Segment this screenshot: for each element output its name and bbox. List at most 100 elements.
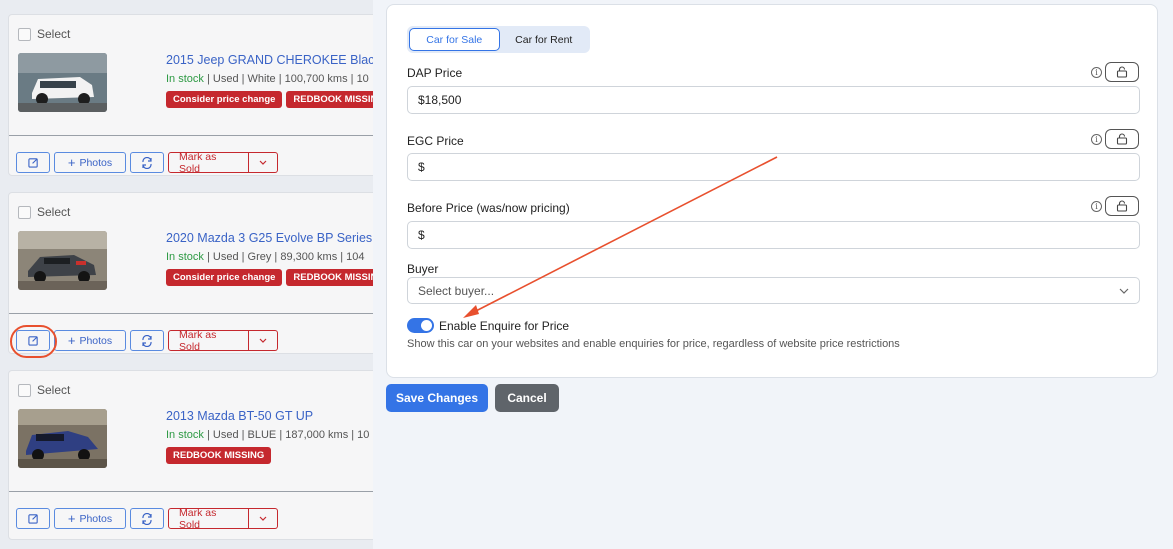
lock-button[interactable]	[1105, 129, 1139, 149]
select-label: Select	[37, 27, 71, 41]
chevron-down-icon	[259, 338, 267, 343]
buyer-select[interactable]: Select buyer...	[407, 277, 1140, 304]
card-divider	[9, 491, 373, 492]
photos-label: Photos	[79, 512, 113, 525]
chevron-down-icon	[259, 160, 267, 165]
plus-icon: +	[67, 155, 76, 170]
enquire-for-price-toggle[interactable]	[407, 318, 434, 333]
sold-dropdown-toggle[interactable]	[249, 330, 278, 351]
badge-group: Consider price change REDBOOK MISSING	[166, 269, 373, 286]
annotation-highlight-ring	[10, 325, 57, 358]
before-price-label: Before Price (was/now pricing)	[407, 201, 570, 215]
select-row[interactable]: Select	[18, 27, 70, 41]
card-toolbar: + Photos Mark as Sold	[16, 507, 278, 531]
mark-as-sold-button[interactable]: Mark as Sold	[168, 507, 249, 531]
before-price-input[interactable]: $	[407, 221, 1140, 249]
card-toolbar: + Photos Mark as Sold	[16, 151, 278, 175]
edit-icon	[27, 514, 38, 524]
sync-icon	[142, 334, 152, 347]
edit-button[interactable]	[16, 508, 50, 529]
dap-price-input[interactable]: $18,500	[407, 86, 1140, 114]
vehicle-details: | Used | White | 100,700 kms | 10	[203, 73, 369, 85]
cancel-button[interactable]: Cancel	[495, 384, 559, 412]
mark-sold-group: Mark as Sold	[168, 507, 278, 531]
buyer-label: Buyer	[407, 262, 439, 276]
refresh-button[interactable]	[130, 152, 164, 173]
vehicle-meta: In stock | Used | White | 100,700 kms | …	[166, 73, 369, 85]
lock-icon	[1116, 66, 1128, 78]
edit-button[interactable]	[16, 152, 50, 173]
status-badge: REDBOOK MISSING	[166, 447, 272, 464]
lock-button[interactable]	[1105, 62, 1139, 82]
vehicle-meta: In stock | Used | BLUE | 187,000 kms | 1…	[166, 429, 369, 441]
info-icon[interactable]: i	[1091, 201, 1102, 212]
toggle-knob	[421, 320, 432, 331]
mark-sold-group: Mark as Sold	[168, 151, 278, 175]
car-photo-icon	[18, 53, 107, 112]
status-badge: Consider price change	[166, 269, 283, 286]
mark-as-sold-button[interactable]: Mark as Sold	[168, 329, 249, 353]
select-row[interactable]: Select	[18, 383, 70, 397]
select-checkbox[interactable]	[18, 205, 31, 219]
photos-label: Photos	[79, 156, 113, 169]
lock-icon	[1116, 200, 1128, 212]
card-divider	[9, 313, 373, 314]
plus-icon: +	[67, 333, 76, 348]
status-badge: REDBOOK MISSING	[286, 91, 373, 108]
sale-rent-toggle: Car for Sale Car for Rent	[407, 26, 590, 53]
select-label: Select	[37, 383, 71, 397]
info-icon[interactable]: i	[1091, 134, 1102, 145]
dap-price-label: DAP Price	[407, 66, 463, 80]
stock-status: In stock	[166, 429, 204, 441]
vehicle-thumbnail[interactable]	[18, 231, 107, 290]
stock-status: In stock	[166, 251, 204, 263]
chevron-down-icon	[1119, 288, 1129, 294]
vehicle-details: | Used | Grey | 89,300 kms | 104	[203, 251, 365, 263]
add-photos-button[interactable]: + Photos	[54, 152, 126, 173]
vehicle-title-link[interactable]: 2015 Jeep GRAND CHEROKEE Blac	[166, 53, 373, 67]
edit-price-panel: Car for Sale Car for Rent DAP Price i $1…	[373, 0, 1173, 549]
add-photos-button[interactable]: + Photos	[54, 508, 126, 529]
lock-icon	[1116, 133, 1128, 145]
plus-icon: +	[67, 511, 76, 526]
buyer-placeholder: Select buyer...	[418, 283, 495, 298]
select-checkbox[interactable]	[18, 27, 31, 41]
vehicle-title-link[interactable]: 2013 Mazda BT-50 GT UP	[166, 409, 313, 423]
edit-icon	[27, 158, 38, 168]
card-divider	[9, 135, 373, 136]
select-checkbox[interactable]	[18, 383, 31, 397]
mark-sold-group: Mark as Sold	[168, 329, 278, 353]
stock-status: In stock	[166, 73, 204, 85]
sync-icon	[142, 512, 152, 525]
badge-group: Consider price change REDBOOK MISSING	[166, 91, 373, 108]
car-photo-icon	[18, 409, 107, 468]
refresh-button[interactable]	[130, 330, 164, 351]
lock-button[interactable]	[1105, 196, 1139, 216]
vehicle-thumbnail[interactable]	[18, 409, 107, 468]
save-changes-button[interactable]: Save Changes	[386, 384, 488, 412]
vehicle-thumbnail[interactable]	[18, 53, 107, 112]
status-badge: Consider price change	[166, 91, 283, 108]
info-icon[interactable]: i	[1091, 67, 1102, 78]
vehicle-title-link[interactable]: 2020 Mazda 3 G25 Evolve BP Series	[166, 231, 372, 245]
enquire-help-text: Show this car on your websites and enabl…	[407, 338, 900, 350]
photos-label: Photos	[79, 334, 113, 347]
vehicle-details: | Used | BLUE | 187,000 kms | 10	[203, 429, 370, 441]
status-badge: REDBOOK MISSING	[286, 269, 373, 286]
vehicle-meta: In stock | Used | Grey | 89,300 kms | 10…	[166, 251, 365, 263]
mark-as-sold-button[interactable]: Mark as Sold	[168, 151, 249, 175]
egc-price-input[interactable]: $	[407, 153, 1140, 181]
sold-dropdown-toggle[interactable]	[249, 152, 278, 173]
select-row[interactable]: Select	[18, 205, 70, 219]
sync-icon	[142, 156, 152, 169]
car-photo-icon	[18, 231, 107, 290]
refresh-button[interactable]	[130, 508, 164, 529]
tab-car-for-sale[interactable]: Car for Sale	[409, 28, 500, 51]
sold-dropdown-toggle[interactable]	[249, 508, 278, 529]
chevron-down-icon	[259, 516, 267, 521]
badge-group: REDBOOK MISSING	[166, 447, 272, 464]
add-photos-button[interactable]: + Photos	[54, 330, 126, 351]
select-label: Select	[37, 205, 71, 219]
tab-car-for-rent[interactable]: Car for Rent	[500, 28, 589, 51]
egc-price-label: EGC Price	[407, 134, 464, 148]
